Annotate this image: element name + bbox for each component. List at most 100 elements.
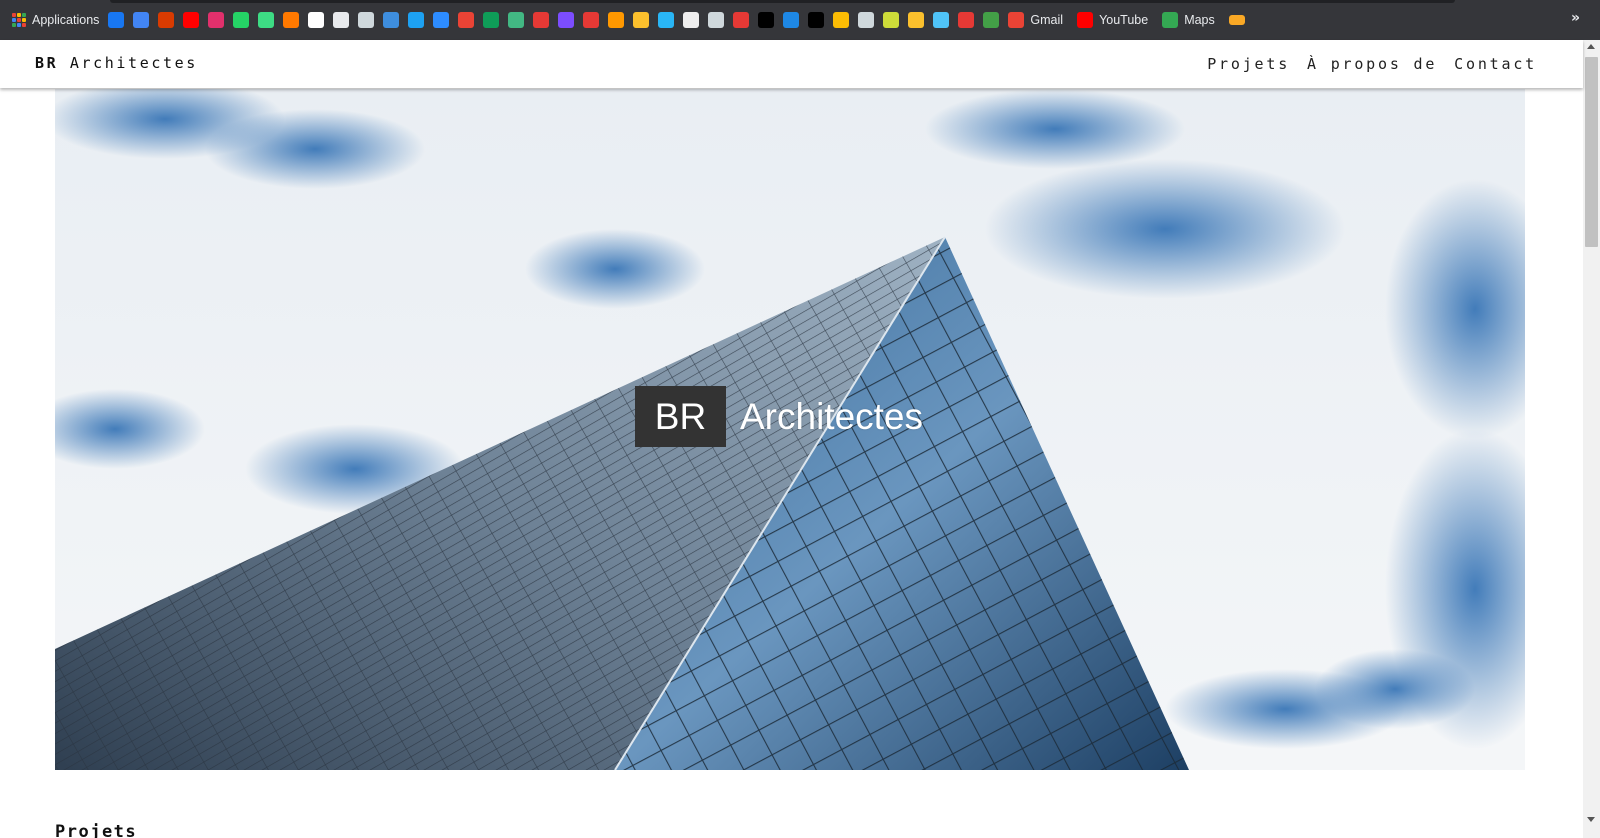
bookmark-icons	[108, 8, 1008, 32]
site-brand[interactable]: BR Architectes	[35, 54, 198, 72]
globe-icon	[333, 12, 350, 28]
diamond-icon	[608, 12, 625, 28]
bookmark-item[interactable]	[783, 8, 800, 32]
bookmark-item[interactable]	[833, 8, 850, 32]
maps-icon	[1162, 12, 1179, 28]
hero-banner: BR Architectes	[55, 89, 1525, 770]
bookmark-item[interactable]	[208, 8, 225, 32]
bookmark-item[interactable]	[508, 8, 525, 32]
scroll-down-arrow-icon[interactable]	[1587, 817, 1595, 822]
hero-title: BR Architectes	[635, 386, 923, 447]
bookmark-item[interactable]	[983, 8, 1000, 32]
bookmark-item[interactable]	[133, 8, 150, 32]
bookmark-item[interactable]	[158, 8, 175, 32]
bookmark-label: Applications	[32, 13, 100, 27]
booking-icon	[633, 12, 650, 28]
bookmark-item[interactable]	[233, 8, 250, 32]
oval-icon	[908, 12, 925, 28]
more-bookmarks-button[interactable]: »	[1571, 10, 1580, 26]
bookmarks-bar: Applications Gmail YouTube Maps »	[0, 0, 1600, 40]
whatsapp-icon	[233, 12, 250, 28]
d-square-icon	[783, 12, 800, 28]
bookmark-item[interactable]	[433, 8, 450, 32]
bookmark-item[interactable]	[358, 8, 375, 32]
gmail-icon	[1008, 12, 1025, 28]
heart-icon	[733, 12, 750, 28]
bookmark-item[interactable]	[733, 8, 750, 32]
android-icon	[258, 12, 275, 28]
instagram-icon	[208, 12, 225, 28]
drive-icon	[833, 12, 850, 28]
bookmark-item[interactable]	[258, 8, 275, 32]
bookmark-labeled-items: Gmail YouTube Maps	[1008, 8, 1253, 32]
nav-link-a-propos[interactable]: À propos de	[1307, 55, 1437, 73]
vue-icon	[508, 12, 525, 28]
twitter-icon	[408, 12, 425, 28]
site-header: BR Architectes Projets À propos de Conta…	[0, 40, 1583, 88]
bookmark-item[interactable]	[633, 8, 650, 32]
bookmark-item[interactable]	[883, 8, 900, 32]
brand-name: Architectes	[69, 54, 198, 72]
main-nav: Projets À propos de Contact	[1190, 55, 1537, 73]
layers-icon	[883, 12, 900, 28]
bookmark-item[interactable]	[333, 8, 350, 32]
bookmark-item[interactable]	[708, 8, 725, 32]
bookmark-item[interactable]	[908, 8, 925, 32]
nav-link-contact[interactable]: Contact	[1454, 55, 1537, 73]
x-icon	[483, 12, 500, 28]
document-icon	[708, 12, 725, 28]
facebook-icon	[108, 12, 125, 28]
nav-link-projets[interactable]: Projets	[1207, 55, 1290, 73]
bookmark-item[interactable]	[533, 8, 550, 32]
scroll-up-arrow-icon[interactable]	[1587, 44, 1595, 49]
youtube-icon	[1077, 12, 1094, 28]
d-icon	[558, 12, 575, 28]
bookmark-item[interactable]	[683, 8, 700, 32]
bookmark-youtube[interactable]: YouTube	[1077, 8, 1148, 32]
hero-title-box: BR	[635, 386, 726, 447]
hero-title-text: Architectes	[740, 395, 924, 437]
screen-icon	[658, 12, 675, 28]
page-scrollbar[interactable]	[1583, 40, 1600, 838]
youtube-icon	[183, 12, 200, 28]
bookmark-item[interactable]	[458, 8, 475, 32]
bookmark-item[interactable]	[808, 8, 825, 32]
orange-icon	[283, 12, 300, 28]
ef-icon	[533, 12, 550, 28]
projects-section-heading: Projets	[55, 822, 138, 838]
bookmark-item[interactable]	[283, 8, 300, 32]
bookmark-item[interactable]	[958, 8, 975, 32]
gmail-icon	[458, 12, 475, 28]
bookmark-item[interactable]	[858, 8, 875, 32]
bookmark-item[interactable]	[1228, 8, 1245, 32]
office-icon	[158, 12, 175, 28]
bird-icon	[383, 12, 400, 28]
target-icon	[583, 12, 600, 28]
bookmark-item[interactable]	[933, 8, 950, 32]
bookmark-applications[interactable]: Applications	[12, 8, 99, 32]
clock-icon	[683, 12, 700, 28]
bookmark-item[interactable]	[383, 8, 400, 32]
amazon-icon	[308, 12, 325, 28]
bookmark-item[interactable]	[308, 8, 325, 32]
bookmark-item[interactable]	[608, 8, 625, 32]
huawei-icon	[958, 12, 975, 28]
bookmark-item[interactable]	[483, 8, 500, 32]
bookmark-item[interactable]	[183, 8, 200, 32]
bookmark-item[interactable]	[758, 8, 775, 32]
bookmark-item[interactable]	[408, 8, 425, 32]
stripes-icon	[983, 12, 1000, 28]
bookmark-item[interactable]	[558, 8, 575, 32]
bookmark-maps[interactable]: Maps	[1162, 8, 1215, 32]
bookmark-item[interactable]	[658, 8, 675, 32]
apps-grid-icon	[12, 13, 26, 27]
bookmark-item[interactable]	[108, 8, 125, 32]
document-icon	[858, 12, 875, 28]
folder-icon	[1228, 15, 1245, 25]
scrollbar-thumb[interactable]	[1585, 57, 1598, 247]
bookmark-gmail[interactable]: Gmail	[1008, 8, 1063, 32]
google-translate-icon	[133, 12, 150, 28]
download-icon	[933, 12, 950, 28]
bookmark-item[interactable]	[583, 8, 600, 32]
bookmark-label: Gmail	[1030, 13, 1064, 27]
